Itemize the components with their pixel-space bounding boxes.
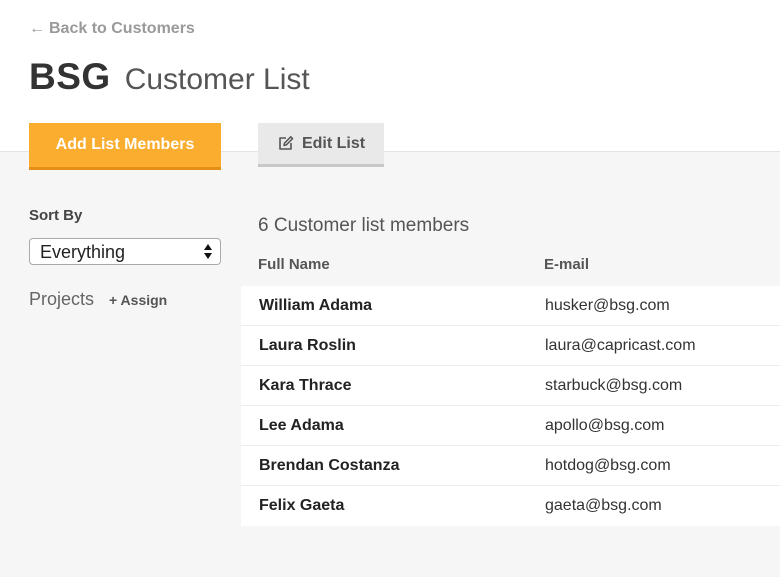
member-email: laura@capricast.com [545,337,696,354]
page-title-text: Customer List [124,63,310,96]
back-to-customers-link[interactable]: ← Back to Customers [29,20,195,38]
sort-by-label: Sort By [29,207,83,224]
member-name: Kara Thrace [259,377,352,394]
projects-label: Projects [29,289,95,309]
back-link-label: Back to Customers [49,20,195,37]
member-email: husker@bsg.com [545,297,670,314]
table-row[interactable]: Kara Thrace starbuck@bsg.com [241,366,780,406]
table-row[interactable]: Brendan Costanza hotdog@bsg.com [241,446,780,486]
assign-project-link[interactable]: + Assign [109,292,167,308]
members-table: William Adama husker@bsg.com Laura Rosli… [241,286,780,526]
column-header-full-name[interactable]: Full Name [258,256,330,273]
member-name: Lee Adama [259,417,344,434]
member-name: Felix Gaeta [259,497,345,514]
sort-by-select[interactable]: Everything [29,238,221,265]
table-row[interactable]: Laura Roslin laura@capricast.com [241,326,780,366]
members-count: 6 Customer list members [258,215,470,236]
back-arrow-icon: ← [29,20,45,37]
table-row[interactable]: Lee Adama apollo@bsg.com [241,406,780,446]
column-header-email[interactable]: E-mail [544,256,589,273]
member-email: hotdog@bsg.com [545,457,671,474]
member-name: Brendan Costanza [259,457,400,474]
sort-by-value: Everything [40,242,126,262]
member-name: Laura Roslin [259,337,356,354]
table-row[interactable]: William Adama husker@bsg.com [241,286,780,326]
org-name: BSG [29,56,111,97]
member-email: starbuck@bsg.com [545,377,683,394]
member-name: William Adama [259,297,373,314]
edit-list-label: Edit List [301,134,366,152]
member-email: gaeta@bsg.com [545,497,662,514]
edit-list-button[interactable]: Edit List [258,123,384,167]
add-list-members-button[interactable]: Add List Members [29,123,221,170]
select-updown-icon [204,244,212,259]
table-row[interactable]: Felix Gaeta gaeta@bsg.com [241,486,780,526]
edit-pencil-icon [279,136,294,150]
page-title: BSG Customer List [29,56,310,98]
member-email: apollo@bsg.com [545,417,665,434]
